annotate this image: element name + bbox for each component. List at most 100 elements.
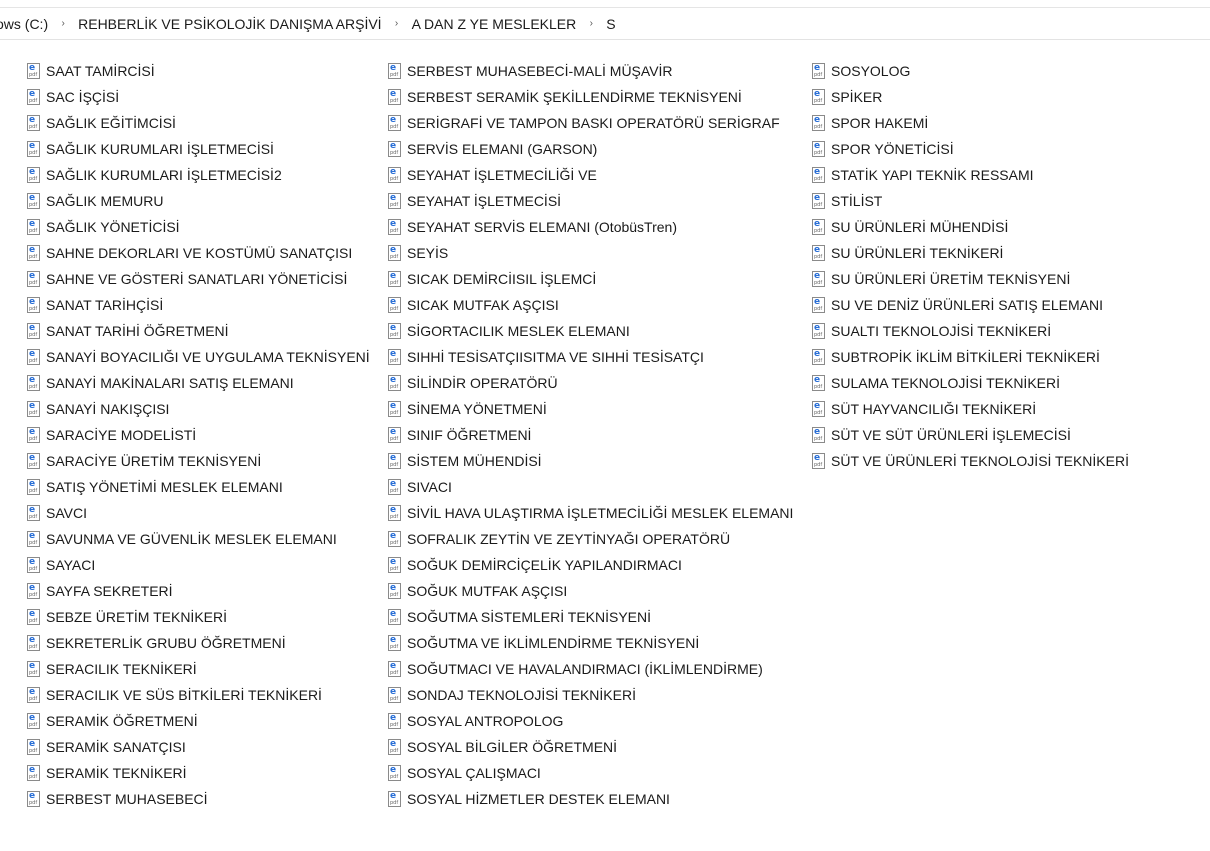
file-item[interactable]: e pdf SERAMİK ÖĞRETMENİ [27,708,374,734]
file-item[interactable]: e pdf STİLİST [812,188,1133,214]
file-item[interactable]: e pdf SERACILIK TEKNİKERİ [27,656,374,682]
file-item[interactable]: e pdf SU ÜRÜNLERİ ÜRETİM TEKNİSYENİ [812,266,1133,292]
file-item[interactable]: e pdf SERİGRAFİ VE TAMPON BASKI OPERATÖRÜ … [388,110,797,136]
file-item[interactable]: e pdf SPOR HAKEMİ [812,110,1133,136]
pdf-file-icon: e pdf [388,349,401,365]
file-item[interactable]: e pdf SANAYİ MAKİNALARI SATIŞ ELEMANI [27,370,374,396]
file-item[interactable]: e pdf SU ÜRÜNLERİ TEKNİKERİ [812,240,1133,266]
file-item[interactable]: e pdf SOFRALIK ZEYTİN VE ZEYTİNYAĞI OPERAT… [388,526,797,552]
file-item[interactable]: e pdf SU ÜRÜNLERİ MÜHENDİSİ [812,214,1133,240]
file-item[interactable]: e pdf SANAYİ NAKIŞÇISI [27,396,374,422]
file-item[interactable]: e pdf SERBEST MUHASEBECİ [27,786,374,812]
file-item[interactable]: e pdf SULAMA TEKNOLOJİSİ TEKNİKERİ [812,370,1133,396]
file-item[interactable]: e pdf SINIF ÖĞRETMENİ [388,422,797,448]
file-name: SUBTROPİK İKLİM BİTKİLERİ TEKNİKERİ [831,349,1100,365]
file-item[interactable]: e pdf SAVCI [27,500,374,526]
file-item[interactable]: e pdf SICAK DEMİRCİISIL İŞLEMCİ [388,266,797,292]
chevron-right-icon[interactable]: › [580,18,602,29]
file-item[interactable]: e pdf SEYAHAT İŞLETMECİSİ [388,188,797,214]
file-item[interactable]: e pdf SUALTI TEKNOLOJİSİ TEKNİKERİ [812,318,1133,344]
file-item[interactable]: e pdf SIVACI [388,474,797,500]
file-item[interactable]: e pdf SEYAHAT SERVİS ELEMANI (OtobüsTren) [388,214,797,240]
file-item[interactable]: e pdf SERVİS ELEMANI (GARSON) [388,136,797,162]
file-item[interactable]: e pdf SAHNE DEKORLARI VE KOSTÜMÜ SANATÇISI [27,240,374,266]
pdf-file-icon: e pdf [812,297,825,313]
file-item[interactable]: e pdf SİLİNDİR OPERATÖRÜ [388,370,797,396]
file-item[interactable]: e pdf SAĞLIK EĞİTİMCİSİ [27,110,374,136]
breadcrumb-archive-folder[interactable]: REHBERLİK VE PSİKOLOJİK DANIŞMA ARŞİVİ [74,16,385,32]
file-item[interactable]: e pdf SANAYİ BOYACILIĞI VE UYGULAMA TEKNİS… [27,344,374,370]
file-item[interactable]: e pdf SPOR YÖNETİCİSİ [812,136,1133,162]
file-item[interactable]: e pdf SOSYAL HİZMETLER DESTEK ELEMANI [388,786,797,812]
file-item[interactable]: e pdf SOSYOLOG [812,58,1133,84]
pdf-icon-sub: pdf [29,384,38,390]
file-item[interactable]: e pdf SOSYAL ÇALIŞMACI [388,760,797,786]
file-name: SAVUNMA VE GÜVENLİK MESLEK ELEMANI [46,531,337,547]
pdf-file-icon: e pdf [27,63,40,79]
file-item[interactable]: e pdf SEYİS [388,240,797,266]
file-item[interactable]: e pdf SAĞLIK YÖNETİCİSİ [27,214,374,240]
file-item[interactable]: e pdf SERBEST MUHASEBECİ-MALİ MÜŞAVİR [388,58,797,84]
file-name: SOFRALIK ZEYTİN VE ZEYTİNYAĞI OPERATÖRÜ [407,531,731,547]
file-item[interactable]: e pdf SOĞUK DEMİRCİÇELİK YAPILANDIRMACI [388,552,797,578]
file-item[interactable]: e pdf SERAMİK TEKNİKERİ [27,760,374,786]
file-item[interactable]: e pdf SERAMİK SANATÇISI [27,734,374,760]
file-item[interactable]: e pdf SAYACI [27,552,374,578]
file-item[interactable]: e pdf SU VE DENİZ ÜRÜNLERİ SATIŞ ELEMANI [812,292,1133,318]
pdf-icon-sub: pdf [814,124,823,130]
file-name: SOĞUTMA VE İKLİMLENDİRME TEKNİSYENİ [407,635,700,651]
file-item[interactable]: e pdf SAYFA SEKRETERİ [27,578,374,604]
file-item[interactable]: e pdf SANAT TARİHÇİSİ [27,292,374,318]
pdf-icon-sub: pdf [390,566,399,572]
chevron-right-icon[interactable]: › [52,18,74,29]
file-item[interactable]: e pdf SAVUNMA VE GÜVENLİK MESLEK ELEMANI [27,526,374,552]
file-item[interactable]: e pdf SOSYAL ANTROPOLOG [388,708,797,734]
file-item[interactable]: e pdf SÜT HAYVANCILIĞI TEKNİKERİ [812,396,1133,422]
file-item[interactable]: e pdf SOĞUK MUTFAK AŞÇISI [388,578,797,604]
pdf-icon-sub: pdf [390,618,399,624]
file-item[interactable]: e pdf SÜT VE ÜRÜNLERİ TEKNOLOJİSİ TEKNİKER… [812,448,1133,474]
breadcrumb-drive[interactable]: ows (C:) [0,16,52,32]
file-item[interactable]: e pdf SPİKER [812,84,1133,110]
chevron-right-icon[interactable]: › [386,18,408,29]
file-item[interactable]: e pdf SÜT VE SÜT ÜRÜNLERİ İŞLEMECİSİ [812,422,1133,448]
file-item[interactable]: e pdf SAĞLIK KURUMLARI İŞLETMECİSİ [27,136,374,162]
file-item[interactable]: e pdf SAĞLIK MEMURU [27,188,374,214]
breadcrumb-az-folder[interactable]: A DAN Z YE MESLEKLER [408,16,581,32]
pdf-file-icon: e pdf [812,349,825,365]
file-item[interactable]: e pdf SIHHİ TESİSATÇIISITMA VE SIHHİ TESİS… [388,344,797,370]
file-item[interactable]: e pdf SEKRETERLİK GRUBU ÖĞRETMENİ [27,630,374,656]
file-item[interactable]: e pdf SAHNE VE GÖSTERİ SANATLARI YÖNETİCİS… [27,266,374,292]
pdf-file-icon: e pdf [388,89,401,105]
file-item[interactable]: e pdf SOĞUTMA SİSTEMLERİ TEKNİSYENİ [388,604,797,630]
file-item[interactable]: e pdf SOĞUTMA VE İKLİMLENDİRME TEKNİSYENİ [388,630,797,656]
file-item[interactable]: e pdf STATİK YAPI TEKNİK RESSAMI [812,162,1133,188]
file-item[interactable]: e pdf SOSYAL BİLGİLER ÖĞRETMENİ [388,734,797,760]
file-item[interactable]: e pdf SAĞLIK KURUMLARI İŞLETMECİSİ2 [27,162,374,188]
file-item[interactable]: e pdf SUBTROPİK İKLİM BİTKİLERİ TEKNİKERİ [812,344,1133,370]
file-name: SERBEST SERAMİK ŞEKİLLENDİRME TEKNİSYENİ [407,89,742,105]
file-item[interactable]: e pdf SICAK MUTFAK AŞÇISI [388,292,797,318]
file-item[interactable]: e pdf SİVİL HAVA ULAŞTIRMA İŞLETMECİLİĞİ M… [388,500,797,526]
pdf-icon-sub: pdf [814,228,823,234]
file-item[interactable]: e pdf SOĞUTMACI VE HAVALANDIRMACI (İKLİMLE… [388,656,797,682]
file-item[interactable]: e pdf SAC İŞÇİSİ [27,84,374,110]
file-item[interactable]: e pdf SİSTEM MÜHENDİSİ [388,448,797,474]
pdf-icon-sub: pdf [390,358,399,364]
file-item[interactable]: e pdf SEYAHAT İŞLETMECİLİĞİ VE [388,162,797,188]
file-item[interactable]: e pdf SANAT TARİHİ ÖĞRETMENİ [27,318,374,344]
file-name: SANAT TARİHÇİSİ [46,297,164,313]
file-item[interactable]: e pdf SİNEMA YÖNETMENİ [388,396,797,422]
breadcrumb-current-folder[interactable]: S [602,16,619,32]
file-item[interactable]: e pdf SEBZE ÜRETİM TEKNİKERİ [27,604,374,630]
file-item[interactable]: e pdf SERBEST SERAMİK ŞEKİLLENDİRME TEKNİS… [388,84,797,110]
file-item[interactable]: e pdf SARACİYE ÜRETİM TEKNİSYENİ [27,448,374,474]
file-item[interactable]: e pdf SARACİYE MODELİSTİ [27,422,374,448]
file-item[interactable]: e pdf SONDAJ TEKNOLOJİSİ TEKNİKERİ [388,682,797,708]
file-item[interactable]: e pdf SAAT TAMİRCİSİ [27,58,374,84]
file-item[interactable]: e pdf SİGORTACILIK MESLEK ELEMANI [388,318,797,344]
file-item[interactable]: e pdf SERACILIK VE SÜS BİTKİLERİ TEKNİKERİ [27,682,374,708]
pdf-file-icon: e pdf [27,167,40,183]
pdf-file-icon: e pdf [27,687,40,703]
file-item[interactable]: e pdf SATIŞ YÖNETİMİ MESLEK ELEMANI [27,474,374,500]
